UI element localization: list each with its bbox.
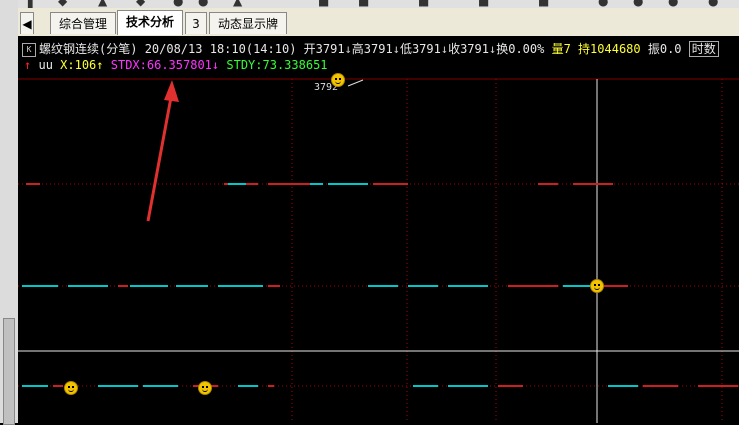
tool-icon[interactable]: ● [198,0,208,8]
vertical-scrollbar[interactable] [3,318,15,425]
tool-icon[interactable]: ◆ [136,0,145,8]
chart-area[interactable]: K 螺纹钢连续(分笔) 20/08/13 18:10(14:10) 开3791↓高… [18,36,739,423]
tool-icon[interactable]: ◆ [58,0,67,8]
tool-icon[interactable]: ▲ [233,0,242,8]
tool-icon[interactable]: ▌ [28,0,37,8]
tool-icon[interactable]: ■ [538,0,549,8]
tool-icon[interactable]: ● [598,0,608,8]
tab-general-management[interactable]: 综合管理 [50,12,116,34]
tool-icon[interactable]: ■ [358,0,369,8]
tab-scroll-left-button[interactable]: ◀ [20,12,34,34]
tab-3[interactable]: 3 [185,12,207,34]
tab-technical-analysis[interactable]: 技术分析 [117,10,183,35]
tab-dynamic-board[interactable]: 动态显示牌 [209,12,287,34]
tool-icon[interactable]: ● [668,0,678,8]
tool-icon[interactable]: ■ [318,0,329,8]
tab-bar: ◀ 综合管理 技术分析 3 动态显示牌 [18,8,739,37]
tool-icon[interactable]: ■ [418,0,429,8]
tool-icon[interactable]: ▲ [98,0,107,8]
tool-icon[interactable]: ● [173,0,183,8]
tool-icon[interactable]: ● [708,0,718,8]
tool-icon[interactable]: ■ [478,0,489,8]
left-panel [0,0,19,425]
annotation-arrow-icon [146,80,179,222]
toolbar: ▌ ◆ ▲ ◆ ● ● ▲ ■ ■ ■ ■ ■ ● ● ● ● [18,0,739,8]
tool-icon[interactable]: ● [633,0,643,8]
